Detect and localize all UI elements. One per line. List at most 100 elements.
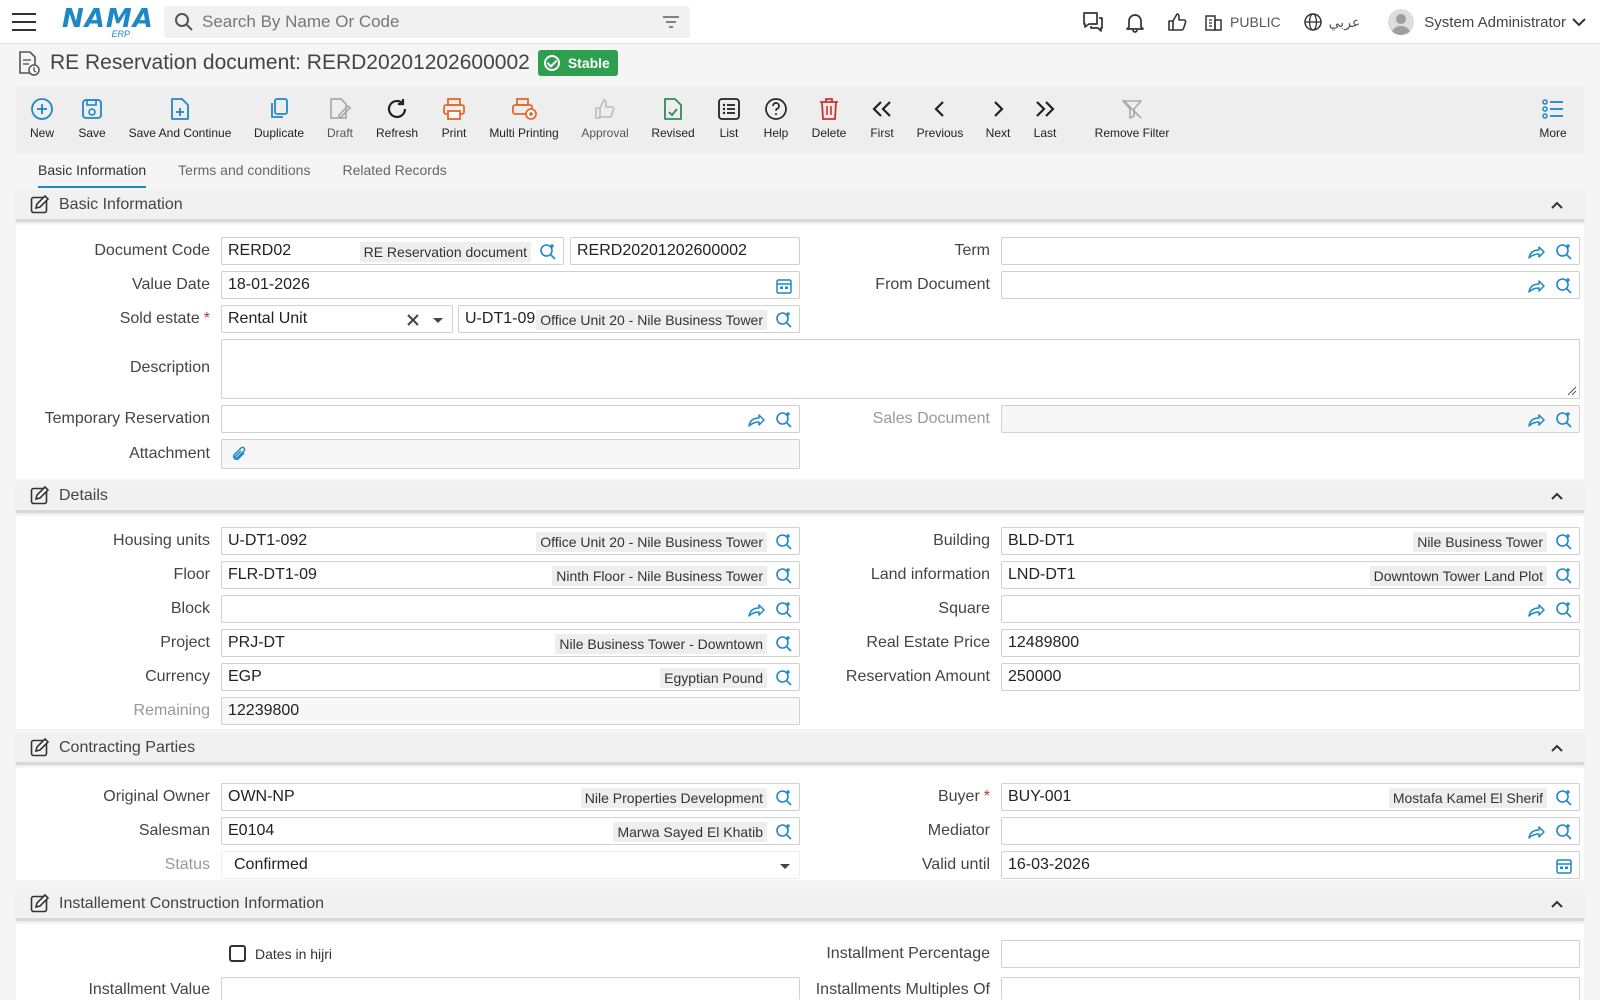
share-arrow-icon[interactable]	[1527, 243, 1545, 261]
tab-terms-and-conditions[interactable]: Terms and conditions	[178, 156, 332, 188]
details-header[interactable]: Details	[16, 481, 1584, 513]
search-add-icon[interactable]	[1555, 243, 1573, 261]
chevron-up-icon[interactable]	[1550, 743, 1564, 753]
reservation-amount-field[interactable]: 250000	[1001, 663, 1580, 691]
calendar-icon[interactable]	[1555, 857, 1573, 875]
chevron-up-icon[interactable]	[1550, 491, 1564, 501]
share-arrow-icon[interactable]	[1527, 277, 1545, 295]
dropdown-arrow-icon[interactable]	[432, 317, 444, 324]
company-switch[interactable]: PUBLIC	[1204, 12, 1299, 32]
save-and-continue-button[interactable]: Save And Continue	[116, 87, 244, 153]
term-field[interactable]	[1001, 237, 1580, 265]
app-logo[interactable]: NAMA ERP	[62, 5, 153, 39]
more-button[interactable]: More	[1535, 87, 1571, 153]
document-code-field[interactable]: RERD02 RE Reservation document	[221, 237, 564, 265]
clear-icon[interactable]	[406, 313, 420, 327]
search-add-icon[interactable]	[775, 311, 793, 329]
refresh-icon	[387, 99, 407, 118]
help-button[interactable]: Help	[754, 87, 798, 153]
building-icon	[1205, 15, 1222, 31]
draft-button[interactable]: Draft	[314, 87, 366, 153]
from-document-field[interactable]	[1001, 271, 1580, 299]
language-switch[interactable]: عربي	[1303, 12, 1379, 32]
delete-label: Delete	[811, 126, 847, 140]
next-button[interactable]: Next	[976, 87, 1020, 153]
search-add-icon[interactable]	[1555, 567, 1573, 585]
share-arrow-icon[interactable]	[1527, 411, 1545, 429]
contracting-parties-header[interactable]: Contracting Parties	[16, 733, 1584, 765]
user-menu[interactable]: System Administrator	[1388, 9, 1586, 35]
list-button[interactable]: List	[704, 87, 754, 153]
building-field[interactable]: BLD-DT1 Nile Business Tower	[1001, 527, 1580, 555]
salesman-field[interactable]: E0104 Marwa Sayed El Khatib	[221, 817, 800, 845]
installments-multiples-field[interactable]	[1001, 977, 1580, 1000]
search-add-icon[interactable]	[1555, 533, 1573, 551]
first-button[interactable]: First	[860, 87, 904, 153]
duplicate-button[interactable]: Duplicate	[244, 87, 314, 153]
delete-button[interactable]: Delete	[798, 87, 860, 153]
share-arrow-icon[interactable]	[1527, 823, 1545, 841]
share-arrow-icon[interactable]	[747, 601, 765, 619]
sold-estate-type-select[interactable]: Rental Unit	[221, 305, 453, 333]
description-textarea[interactable]	[221, 339, 1580, 399]
chat-icon[interactable]	[1072, 0, 1114, 44]
valid-until-field[interactable]: 16-03-2026	[1001, 851, 1580, 879]
revised-button[interactable]: Revised	[642, 87, 704, 153]
project-field[interactable]: PRJ-DT Nile Business Tower - Downtown	[221, 629, 800, 657]
currency-field[interactable]: EGP Egyptian Pound	[221, 663, 800, 691]
tab-basic-information[interactable]: Basic Information	[38, 156, 147, 188]
check-circle-icon	[543, 55, 560, 71]
search-input[interactable]	[202, 11, 642, 32]
search-add-icon[interactable]	[539, 243, 557, 261]
attachment-field[interactable]	[221, 439, 800, 469]
original-owner-field[interactable]: OWN-NP Nile Properties Development	[221, 783, 800, 811]
sold-estate-code-field[interactable]: U-DT1-09 Office Unit 20 - Nile Business …	[458, 305, 800, 333]
original-owner-label: Original Owner	[103, 788, 210, 805]
value-date-field[interactable]: 18-01-2026	[221, 271, 800, 299]
thumbs-up-icon[interactable]	[1156, 0, 1198, 44]
status-select[interactable]: Confirmed	[221, 851, 800, 879]
mediator-field[interactable]	[1001, 817, 1580, 845]
search-add-icon[interactable]	[1555, 823, 1573, 841]
dates-in-hijri-checkbox[interactable]	[229, 945, 246, 962]
basic-information-header[interactable]: Basic Information	[16, 190, 1584, 222]
share-arrow-icon[interactable]	[1527, 601, 1545, 619]
filter-icon[interactable]	[662, 14, 680, 30]
share-arrow-icon[interactable]	[747, 411, 765, 429]
floor-field[interactable]: FLR-DT1-09 Ninth Floor - Nile Business T…	[221, 561, 800, 589]
housing-units-field[interactable]: U-DT1-092 Office Unit 20 - Nile Business…	[221, 527, 800, 555]
temporary-reservation-field[interactable]	[221, 405, 800, 433]
chevron-up-icon[interactable]	[1550, 899, 1564, 909]
search-add-icon[interactable]	[1555, 789, 1573, 807]
previous-button[interactable]: Previous	[904, 87, 976, 153]
square-field[interactable]	[1001, 595, 1580, 623]
menu-icon[interactable]	[12, 12, 36, 31]
search-add-icon[interactable]	[1555, 277, 1573, 295]
value-date-label: Value Date	[132, 276, 210, 293]
installment-percentage-field[interactable]	[1001, 940, 1580, 968]
bell-icon[interactable]	[1114, 0, 1156, 44]
tab-related-records[interactable]: Related Records	[332, 156, 468, 188]
land-information-field[interactable]: LND-DT1 Downtown Tower Land Plot	[1001, 561, 1580, 589]
approval-button[interactable]: Approval	[568, 87, 642, 153]
buyer-field[interactable]: BUY-001 Mostafa Kamel El Sherif	[1001, 783, 1580, 811]
installment-value-field[interactable]	[221, 977, 800, 1000]
search-add-icon[interactable]	[1555, 411, 1573, 429]
save-button[interactable]: Save	[68, 87, 116, 153]
resize-handle-icon[interactable]	[1567, 386, 1577, 396]
multi-printing-button[interactable]: Multi Printing	[480, 87, 568, 153]
print-button[interactable]: Print	[428, 87, 480, 153]
chevron-up-icon[interactable]	[1550, 200, 1564, 210]
building-label: Building	[933, 532, 990, 549]
remove-filter-button[interactable]: Remove Filter	[1070, 87, 1194, 153]
real-estate-price-field[interactable]: 12489800	[1001, 629, 1580, 657]
new-button[interactable]: New	[16, 87, 68, 153]
last-button[interactable]: Last	[1020, 87, 1070, 153]
temporary-reservation-label: Temporary Reservation	[44, 410, 210, 427]
document-number-field[interactable]: RERD20201202600002	[570, 237, 800, 265]
refresh-button[interactable]: Refresh	[366, 87, 428, 153]
paperclip-icon[interactable]	[230, 445, 248, 463]
search-add-icon[interactable]	[1555, 601, 1573, 619]
block-field[interactable]	[221, 595, 800, 623]
installment-header[interactable]: Installement Construction Information	[16, 889, 1584, 921]
